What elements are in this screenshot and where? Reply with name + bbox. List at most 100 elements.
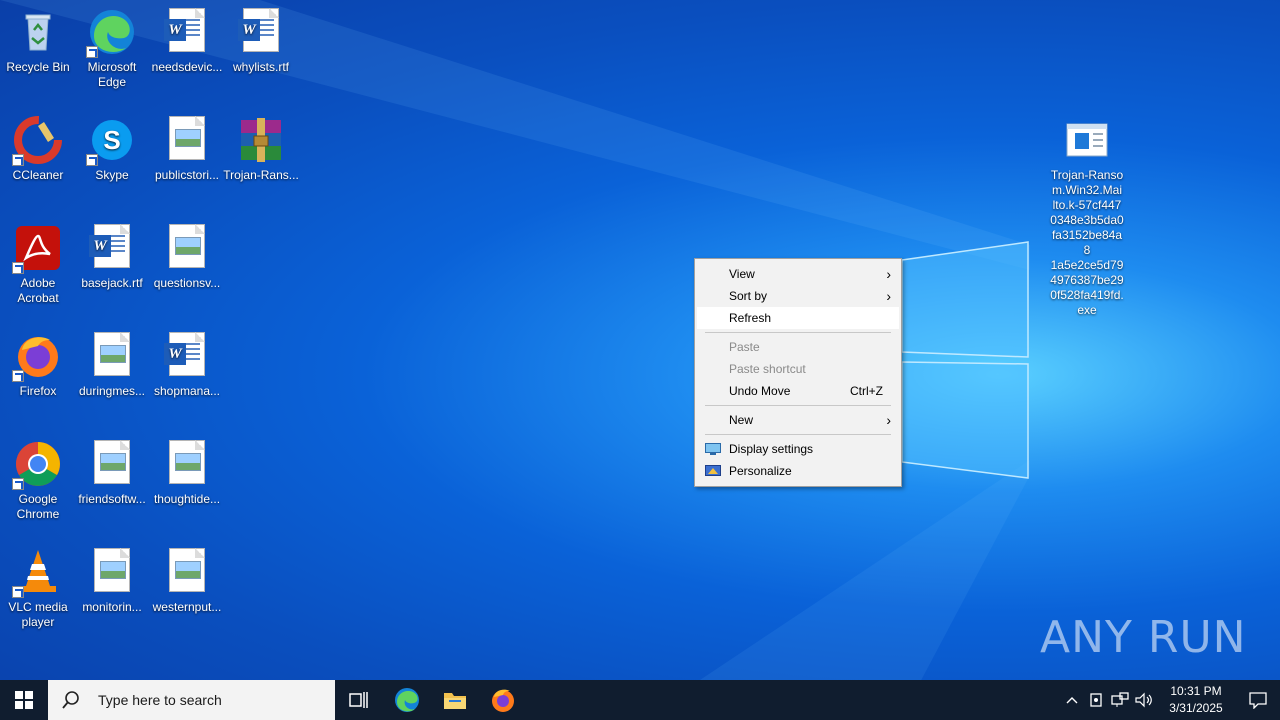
- menu-item-personalize[interactable]: Personalize: [695, 460, 901, 482]
- edge-icon: [86, 8, 136, 58]
- desktop-icon-trojan-exe[interactable]: Trojan-Ranso m.Win32.Mai lto.k-57cf447 0…: [1049, 116, 1125, 318]
- icon-label: CCleaner: [12, 168, 64, 182]
- recycle-bin-icon: [14, 8, 62, 56]
- menu-item-label: Undo Move: [729, 384, 791, 398]
- taskbar: Type here to search 10:31 PM 3/31/2025: [0, 680, 1280, 720]
- menu-item-refresh[interactable]: Refresh: [697, 307, 899, 329]
- menu-item-new[interactable]: New ›: [695, 409, 901, 431]
- folder-icon: [444, 693, 466, 709]
- chevron-right-icon: ›: [886, 288, 891, 304]
- notification-icon: [1249, 692, 1267, 709]
- desktop-icon-westernput[interactable]: westernput...: [149, 548, 225, 615]
- desktop-icon-basejack[interactable]: W basejack.rtf: [74, 224, 150, 291]
- word-document-icon: W: [163, 8, 211, 56]
- desktop-icon-recycle-bin[interactable]: Recycle Bin: [0, 8, 76, 75]
- svg-text:S: S: [103, 125, 120, 155]
- icon-label: VLC media player: [8, 600, 68, 629]
- image-file-icon: [88, 548, 136, 596]
- tray-device-button[interactable]: [1084, 680, 1108, 720]
- volume-icon: [1135, 692, 1152, 708]
- menu-item-paste-shortcut[interactable]: Paste shortcut: [695, 358, 901, 380]
- desktop-icon-firefox[interactable]: Firefox: [0, 332, 76, 399]
- shortcut-arrow-icon: [12, 370, 24, 382]
- chevron-right-icon: ›: [886, 266, 891, 282]
- winrar-archive-icon: [237, 116, 285, 164]
- ccleaner-icon: [12, 116, 62, 166]
- menu-item-label: New: [729, 413, 754, 427]
- desktop-icon-ccleaner[interactable]: CCleaner: [0, 116, 76, 183]
- desktop-icon-publicstori[interactable]: publicstori...: [149, 116, 225, 183]
- icon-label: friendsoftw...: [78, 492, 146, 506]
- menu-separator: [705, 332, 891, 333]
- desktop-icon-monitorin[interactable]: monitorin...: [74, 548, 150, 615]
- menu-item-label: Personalize: [729, 464, 792, 478]
- icon-label: monitorin...: [82, 600, 142, 614]
- menu-item-display-settings[interactable]: Display settings: [695, 438, 901, 460]
- network-icon: [1111, 692, 1129, 707]
- icon-label: Firefox: [19, 384, 57, 398]
- desktop-icon-friendsoftw[interactable]: friendsoftw...: [74, 440, 150, 507]
- menu-item-undo-move[interactable]: Undo Move Ctrl+Z: [695, 380, 901, 402]
- watermark-text: ANY RUN: [1040, 612, 1247, 663]
- menu-item-label: Display settings: [729, 442, 814, 456]
- shortcut-arrow-icon: [12, 154, 24, 166]
- desktop-icon-thoughtide[interactable]: thoughtide...: [149, 440, 225, 507]
- edge-icon: [395, 688, 419, 712]
- taskbar-clock[interactable]: 10:31 PM 3/31/2025: [1160, 683, 1232, 717]
- desktop-icon-google-chrome[interactable]: Google Chrome: [0, 440, 76, 522]
- image-file-icon: [163, 224, 211, 272]
- icon-label: shopmana...: [153, 384, 221, 398]
- menu-item-sort-by[interactable]: Sort by ›: [695, 285, 901, 307]
- chevron-right-icon: ›: [886, 412, 891, 428]
- taskbar-search-box[interactable]: Type here to search: [48, 680, 335, 720]
- skype-icon: S: [86, 116, 136, 166]
- menu-item-paste[interactable]: Paste: [695, 336, 901, 358]
- desktop-icon-vlc[interactable]: VLC media player: [0, 548, 76, 630]
- taskbar-file-explorer-button[interactable]: [431, 680, 479, 720]
- search-icon: [62, 691, 86, 709]
- menu-item-label: Refresh: [729, 311, 772, 325]
- desktop-icon-needsdevic[interactable]: W needsdevic...: [149, 8, 225, 75]
- desktop-icon-microsoft-edge[interactable]: Microsoft Edge: [74, 8, 150, 90]
- word-document-icon: W: [163, 332, 211, 380]
- desktop-icon-adobe-acrobat[interactable]: Adobe Acrobat: [0, 224, 76, 306]
- task-view-button[interactable]: [335, 680, 383, 720]
- desktop-icon-questionsv[interactable]: questionsv...: [149, 224, 225, 291]
- icon-label: duringmes...: [78, 384, 146, 398]
- desktop-icon-shopmana[interactable]: W shopmana...: [149, 332, 225, 399]
- image-file-icon: [163, 116, 211, 164]
- icon-label: westernput...: [152, 600, 222, 614]
- action-center-button[interactable]: [1236, 680, 1280, 720]
- desktop-icon-whylists[interactable]: W whylists.rtf: [223, 8, 299, 75]
- tray-volume-button[interactable]: [1132, 680, 1156, 720]
- taskbar-firefox-button[interactable]: [479, 680, 527, 720]
- menu-item-label: Paste shortcut: [729, 362, 806, 376]
- task-view-icon: [349, 692, 368, 708]
- icon-label: Trojan-Rans...: [223, 168, 299, 182]
- clock-date: 3/31/2025: [1169, 701, 1223, 715]
- desktop-icon-trojan-rans-archive[interactable]: Trojan-Rans...: [223, 116, 299, 183]
- menu-item-label: Paste: [729, 340, 760, 354]
- display-icon: [705, 443, 721, 455]
- menu-item-label: Sort by: [729, 289, 768, 303]
- word-document-icon: W: [237, 8, 285, 56]
- image-file-icon: [88, 332, 136, 380]
- image-file-icon: [88, 440, 136, 488]
- shortcut-arrow-icon: [12, 478, 24, 490]
- icon-label: Microsoft Edge: [87, 60, 137, 89]
- show-hidden-icons-button[interactable]: [1060, 680, 1084, 720]
- start-button[interactable]: [0, 680, 48, 720]
- tray-network-button[interactable]: [1108, 680, 1132, 720]
- icon-label: Trojan-Ranso m.Win32.Mai lto.k-57cf447 0…: [1050, 168, 1124, 317]
- menu-item-view[interactable]: View ›: [695, 263, 901, 285]
- executable-window-icon: [1063, 116, 1111, 164]
- chevron-up-icon: [1066, 697, 1078, 704]
- clock-time: 10:31 PM: [1170, 684, 1222, 698]
- desktop-icon-skype[interactable]: S Skype: [74, 116, 150, 183]
- taskbar-edge-button[interactable]: [383, 680, 431, 720]
- adobe-acrobat-icon: [12, 224, 62, 274]
- menu-item-label: View: [729, 267, 755, 281]
- desktop-icon-duringmes[interactable]: duringmes...: [74, 332, 150, 399]
- icon-label: Skype: [95, 168, 129, 182]
- menu-separator: [705, 405, 891, 406]
